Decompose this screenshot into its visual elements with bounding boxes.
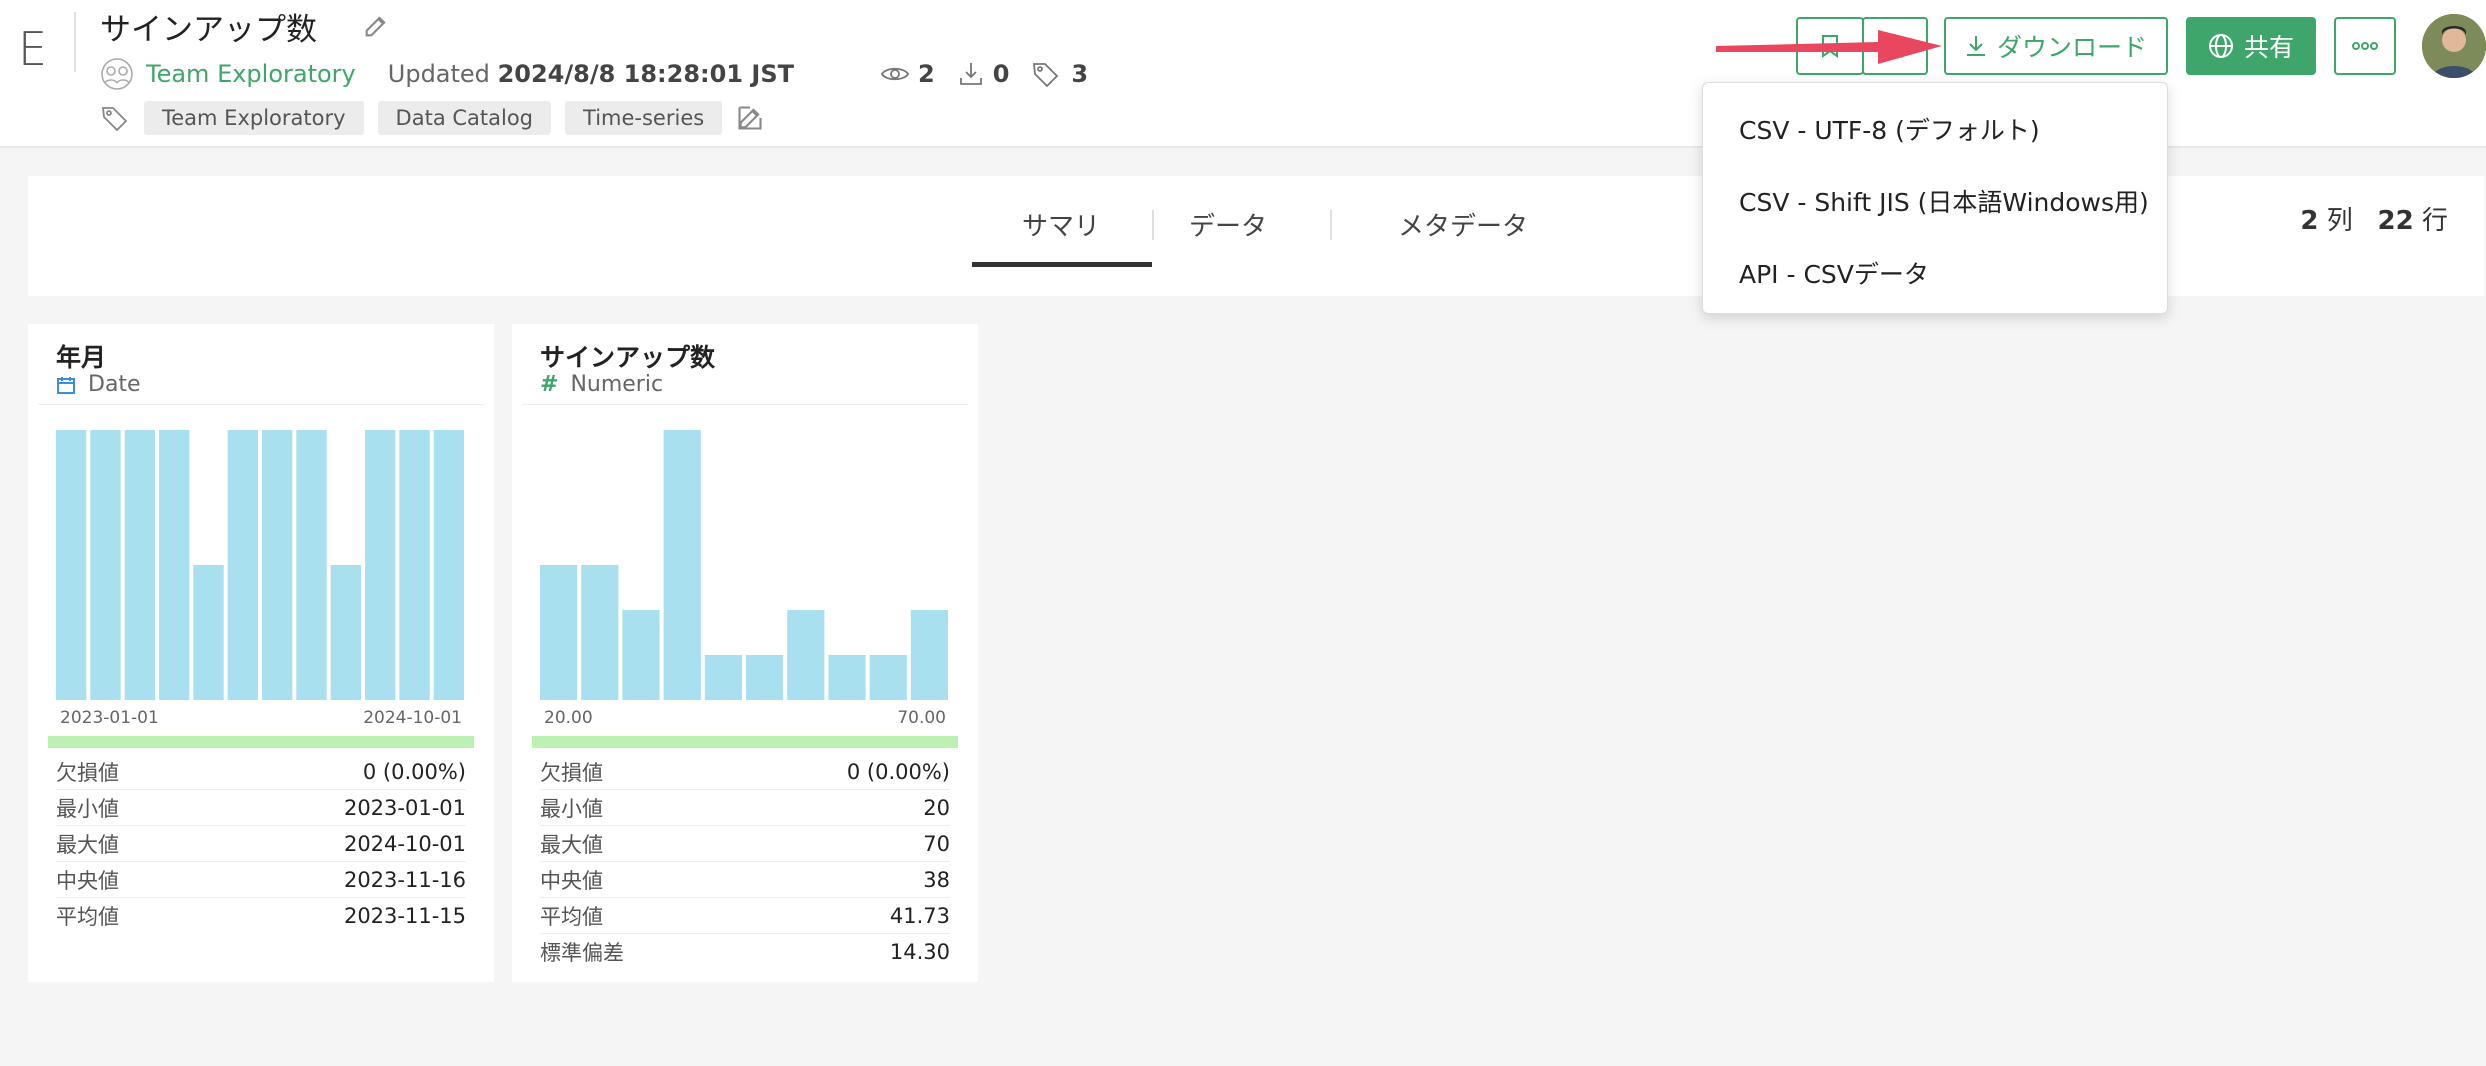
histogram-bar[interactable] [869,655,907,700]
stats-table: 欠損値 0 (0.00%) 最小値 2023-01-01 最大値 2024-10-01… [56,754,466,934]
logo-divider [74,12,76,72]
more-button[interactable] [2334,17,2396,75]
histogram-bar[interactable] [787,610,825,700]
histogram-bar[interactable] [330,565,361,700]
axis-min-label: 20.00 [544,708,593,728]
column-title: サインアップ数 [540,343,716,372]
histogram-bar[interactable] [540,565,578,700]
histogram-bar[interactable] [56,430,87,700]
stat-row: 欠損値 0 (0.00%) [56,754,466,790]
card-divider [38,404,484,405]
histogram-bar[interactable] [622,610,660,700]
histogram-chart [540,430,948,700]
axis-min-label: 2023-01-01 [60,708,159,728]
histogram-bar[interactable] [365,430,396,700]
globe-icon [2208,34,2233,58]
tag-chip[interactable]: Data Catalog [377,101,552,135]
histogram-bar[interactable] [581,565,619,700]
download-label: ダウンロード [1996,33,2147,62]
range-bar [532,736,958,748]
eye-icon [880,67,910,81]
range-bar [48,736,474,748]
updated-timestamp: Updated 2024/8/8 18:28:01 JST [387,60,794,88]
histogram-chart [56,430,464,700]
column-type: # Numeric [540,372,664,397]
histogram-bar[interactable] [262,430,293,700]
histogram-bar[interactable] [399,430,430,700]
column-title: 年月 [56,343,107,372]
tab-data[interactable]: データ [1178,206,1278,243]
histogram-bar[interactable] [193,565,224,700]
histogram-bar[interactable] [746,655,784,700]
stat-row: 最大値 70 [540,826,950,862]
annotation-arrow [1716,30,1942,64]
download-icon [1966,36,1985,56]
download-count-icon [959,63,982,85]
histogram-bar[interactable] [90,430,121,700]
more-icon [2352,42,2378,50]
histogram-bar[interactable] [159,430,190,700]
tag-icon [1033,63,1059,88]
row-col-counts: 2 列 22 行 [2300,206,2448,236]
edit-icon[interactable] [362,12,390,40]
tags-icon [101,107,128,132]
tags-row: Team Exploratory Data Catalog Time-serie… [100,100,764,136]
download-button[interactable]: ダウンロード [1944,17,2168,75]
page-title: サインアップ数 [100,12,317,48]
axis-max-label: 70.00 [897,708,946,728]
stat-row: 中央値 38 [540,862,950,898]
histogram-bar[interactable] [663,430,701,700]
tags-count: 3 [1031,60,1088,88]
user-avatar[interactable] [2422,14,2486,78]
histogram-bar[interactable] [433,430,464,700]
calendar-icon [57,376,75,394]
team-link[interactable]: Team Exploratory [146,60,356,88]
stat-row: 最大値 2024-10-01 [56,826,466,862]
stats-table: 欠損値 0 (0.00%) 最小値 20 最大値 70 中央値 38 平均値 41.73 … [540,754,950,970]
menu-item-csv-utf8[interactable]: CSV - UTF-8 (デフォルト) [1739,111,2040,147]
tab-divider [1330,210,1332,240]
share-button[interactable]: 共有 [2186,17,2316,75]
tab-divider [1152,210,1154,240]
column-type: Date [56,372,141,397]
column-card-numeric: サインアップ数 # Numeric 20.00 70.00 欠損値 0 (0.00… [512,324,978,982]
histogram-bar[interactable] [227,430,258,700]
column-card-date: 年月 Date 2023-01-01 2024-10-01 欠損値 0 (0.00… [28,324,494,982]
edit-tags-icon[interactable] [736,104,764,132]
stat-row: 平均値 2023-11-15 [56,904,466,929]
histogram-bar[interactable] [124,430,155,700]
menu-item-csv-shiftjis[interactable]: CSV - Shift JIS (日本語Windows用) [1739,183,2149,219]
tab-metadata[interactable]: メタデータ [1370,206,1556,243]
views-count: 2 [880,60,935,88]
download-menu: CSV - UTF-8 (デフォルト) CSV - Shift JIS (日本語… [1702,82,2168,314]
tag-chip[interactable]: Time-series [565,101,723,135]
tag-chip[interactable]: Team Exploratory [144,101,364,135]
stat-row: 最小値 2023-01-01 [56,790,466,826]
card-divider [522,404,968,405]
histogram-bar[interactable] [828,655,866,700]
menu-item-api-csv[interactable]: API - CSVデータ [1739,255,1929,291]
stat-row: 標準偏差 14.30 [540,940,950,965]
stat-row: 欠損値 0 (0.00%) [540,754,950,790]
active-tab-indicator [972,262,1152,267]
team-icon [101,58,133,90]
share-label: 共有 [2243,33,2294,62]
stat-row: 中央値 2023-11-16 [56,862,466,898]
meta-row: Team Exploratory Updated 2024/8/8 18:28:… [100,56,1110,92]
histogram-bar[interactable] [910,610,948,700]
tab-summary[interactable]: サマリ [972,206,1150,243]
hash-icon: # [540,372,559,397]
histogram-bar[interactable] [704,655,742,700]
downloads-count: 0 [957,60,1009,88]
stat-row: 平均値 41.73 [540,898,950,934]
stat-row: 最小値 20 [540,790,950,826]
app-logo[interactable]: E [18,22,47,76]
histogram-bar[interactable] [296,430,327,700]
axis-max-label: 2024-10-01 [363,708,462,728]
